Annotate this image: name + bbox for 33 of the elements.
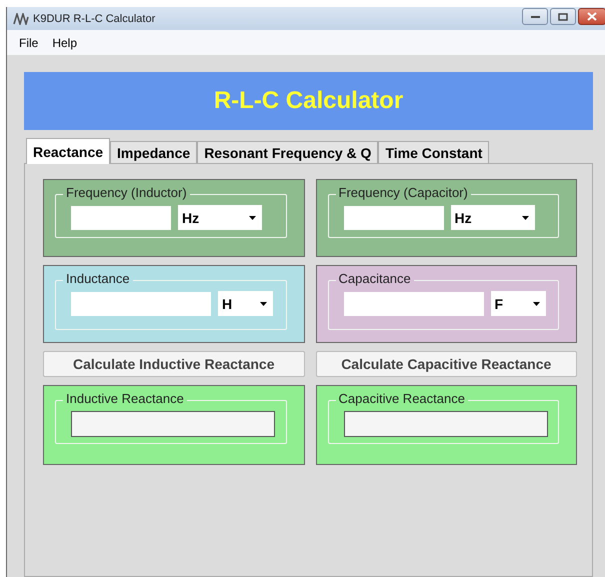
input-field[interactable] <box>344 206 444 230</box>
app-icon <box>13 12 29 24</box>
group-label: Capacitance <box>336 271 414 287</box>
caret-icon <box>522 216 528 220</box>
caret-icon <box>260 302 267 306</box>
group-label: Capacitive Reactance <box>336 391 468 407</box>
banner-title: R-L-C Calculator <box>24 72 593 130</box>
minimize-icon <box>530 14 540 18</box>
close-button[interactable] <box>578 8 605 25</box>
maximize-button[interactable] <box>550 8 576 25</box>
group-label: Frequency (Inductor) <box>63 185 190 201</box>
menu-item[interactable]: Help <box>52 36 78 50</box>
input-field[interactable] <box>71 292 211 316</box>
tab[interactable]: Time Constant <box>378 141 490 163</box>
tab[interactable]: Resonant Frequency & Q <box>197 141 378 163</box>
calculate-button[interactable]: Calculate Capacitive Reactance <box>316 351 577 377</box>
unit-dropdown[interactable]: Hz <box>450 205 534 230</box>
close-icon <box>587 12 597 21</box>
calculate-button[interactable]: Calculate Inductive Reactance <box>43 351 304 377</box>
group-label: Frequency (Capacitor) <box>336 185 471 201</box>
tab[interactable]: Impedance <box>110 141 198 163</box>
caret-icon <box>249 216 256 220</box>
unit-dropdown[interactable]: F <box>490 291 546 316</box>
tab[interactable]: Reactance <box>26 138 110 164</box>
input-field[interactable] <box>71 206 171 230</box>
menu-item[interactable]: File <box>19 36 38 50</box>
maximize-icon <box>558 12 568 20</box>
window-title: K9DUR R-L-C Calculator <box>33 12 156 24</box>
minimize-button[interactable] <box>522 8 548 25</box>
unit-dropdown[interactable]: H <box>218 291 273 316</box>
caret-icon <box>532 302 540 306</box>
input-field[interactable] <box>344 292 484 316</box>
unit-dropdown[interactable]: Hz <box>178 205 262 230</box>
